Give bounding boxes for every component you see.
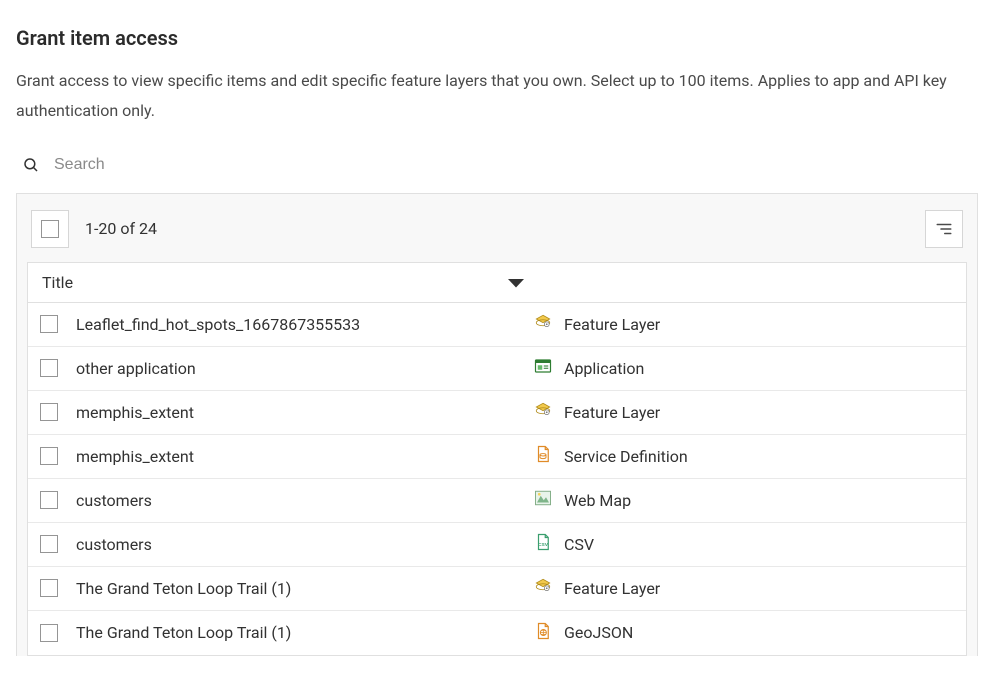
- web-map-icon: [534, 489, 552, 511]
- table-row: The Grand Teton Loop Trail (1) Feature La…: [28, 567, 966, 611]
- select-all-checkbox[interactable]: [31, 210, 69, 248]
- item-type: Feature Layer: [534, 577, 660, 599]
- item-type-label: Service Definition: [564, 447, 688, 466]
- table-toolbar: 1-20 of 24: [27, 204, 967, 262]
- geojson-icon: [534, 622, 552, 644]
- row-checkbox[interactable]: [40, 579, 58, 597]
- feature-layer-icon: [534, 577, 552, 599]
- row-checkbox[interactable]: [40, 315, 58, 333]
- table-row: customers CSV CSV: [28, 523, 966, 567]
- item-type-label: GeoJSON: [564, 623, 633, 642]
- feature-layer-icon: [534, 313, 552, 335]
- application-icon: [534, 357, 552, 379]
- item-type: Web Map: [534, 489, 631, 511]
- table-row: memphis_extent Service Definition: [28, 435, 966, 479]
- item-type: Feature Layer: [534, 313, 660, 335]
- item-type-label: Application: [564, 359, 644, 378]
- item-type-label: Web Map: [564, 491, 631, 510]
- search-input[interactable]: [52, 155, 978, 175]
- table-row: Leaflet_find_hot_spots_1667867355533 Feat…: [28, 303, 966, 347]
- table-row: The Grand Teton Loop Trail (1) GeoJSON: [28, 611, 966, 655]
- items-table: Title Leaflet_find_hot_spots_16678673555…: [27, 262, 967, 656]
- item-type-label: CSV: [564, 535, 594, 554]
- svg-text:CSV: CSV: [538, 542, 549, 548]
- item-type-label: Feature Layer: [564, 579, 660, 598]
- column-header-title[interactable]: Title: [40, 273, 73, 292]
- row-checkbox[interactable]: [40, 535, 58, 553]
- table-row: customers Web Map: [28, 479, 966, 523]
- feature-layer-icon: [534, 401, 552, 423]
- service-definition-icon: [534, 445, 552, 467]
- checkbox-icon: [41, 220, 59, 238]
- sort-indicator[interactable]: [508, 273, 524, 292]
- row-checkbox[interactable]: [40, 359, 58, 377]
- table-header: Title: [28, 263, 966, 303]
- row-checkbox[interactable]: [40, 403, 58, 421]
- search-icon: [22, 156, 40, 174]
- item-type: Application: [534, 357, 644, 379]
- item-title[interactable]: Leaflet_find_hot_spots_1667867355533: [76, 315, 534, 334]
- item-title[interactable]: customers: [76, 535, 534, 554]
- item-type: Service Definition: [534, 445, 688, 467]
- row-checkbox[interactable]: [40, 447, 58, 465]
- page-title: Grant item access: [16, 26, 978, 50]
- item-title[interactable]: customers: [76, 491, 534, 510]
- item-type-label: Feature Layer: [564, 403, 660, 422]
- items-table-container: 1-20 of 24 Title Leaflet_find_hot_sp: [16, 193, 978, 656]
- item-title[interactable]: The Grand Teton Loop Trail (1): [76, 623, 534, 642]
- list-options-icon: [935, 220, 953, 238]
- item-type: GeoJSON: [534, 622, 633, 644]
- item-type: Feature Layer: [534, 401, 660, 423]
- table-row: other application Application: [28, 347, 966, 391]
- item-title[interactable]: memphis_extent: [76, 403, 534, 422]
- search-field[interactable]: [16, 155, 978, 193]
- page-description: Grant access to view specific items and …: [16, 66, 978, 127]
- item-type: CSV CSV: [534, 533, 594, 555]
- chevron-down-icon: [508, 278, 524, 288]
- table-options-button[interactable]: [925, 210, 963, 248]
- row-checkbox[interactable]: [40, 624, 58, 642]
- item-title[interactable]: other application: [76, 359, 534, 378]
- table-row: memphis_extent Feature Layer: [28, 391, 966, 435]
- row-checkbox[interactable]: [40, 491, 58, 509]
- csv-icon: CSV: [534, 533, 552, 555]
- item-title[interactable]: The Grand Teton Loop Trail (1): [76, 579, 534, 598]
- item-type-label: Feature Layer: [564, 315, 660, 334]
- item-title[interactable]: memphis_extent: [76, 447, 534, 466]
- pagination-count: 1-20 of 24: [85, 219, 157, 238]
